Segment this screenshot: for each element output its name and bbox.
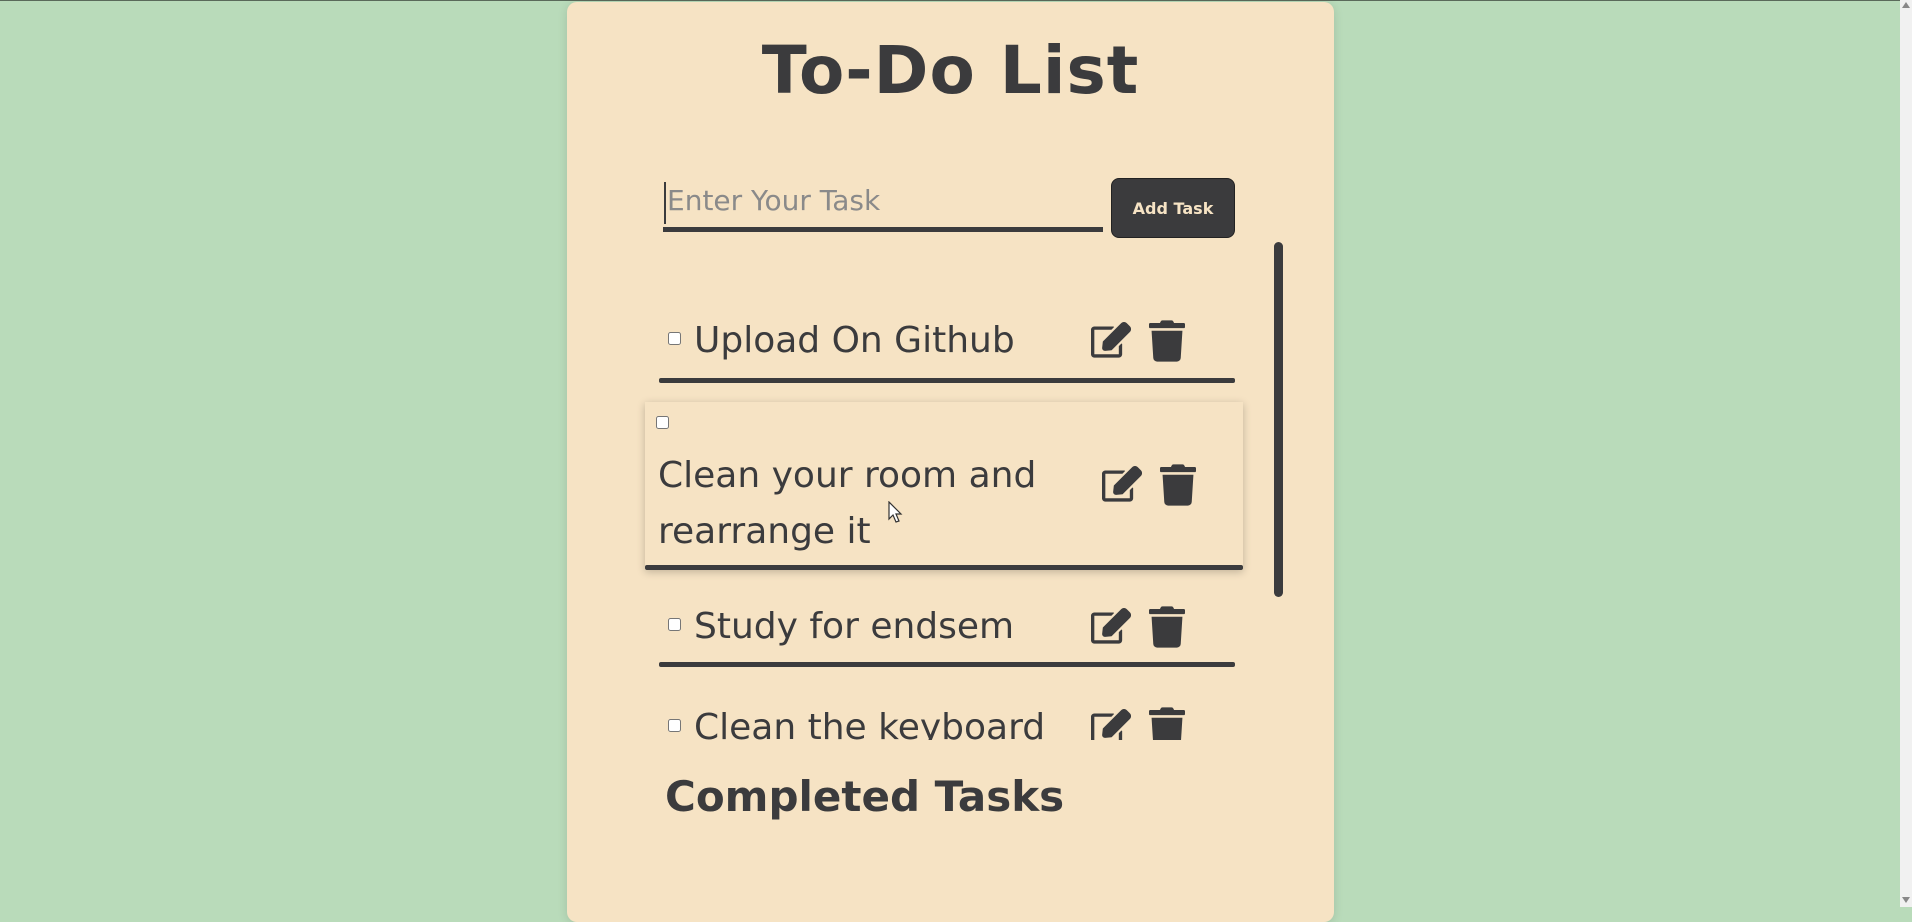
- task-list: Upload On Github Clean your room and rea…: [567, 2, 1334, 740]
- edit-icon[interactable]: [1102, 466, 1142, 506]
- task-label: Clean your room and rearrange it: [658, 455, 1037, 552]
- scroll-up-icon[interactable]: [1902, 2, 1910, 8]
- trash-icon[interactable]: [1149, 320, 1185, 362]
- task-label: Study for endsem: [694, 606, 1015, 647]
- task-divider: [659, 378, 1235, 383]
- trash-icon[interactable]: [1160, 464, 1196, 506]
- trash-icon[interactable]: [1149, 707, 1185, 740]
- todo-card: To-Do List Add Task Upload On Github Cle…: [567, 2, 1334, 922]
- completed-tasks-heading: Completed Tasks: [665, 772, 1065, 821]
- task-divider: [645, 565, 1243, 570]
- task-item: Study for endsem: [659, 590, 1239, 675]
- task-item: Clean the keyboard: [659, 692, 1239, 740]
- task-item: Clean your room and rearrange it: [645, 402, 1243, 570]
- task-checkbox[interactable]: [668, 618, 681, 631]
- task-checkbox[interactable]: [668, 332, 681, 345]
- edit-icon[interactable]: [1091, 608, 1131, 648]
- edit-icon[interactable]: [1091, 709, 1131, 740]
- task-item: Upload On Github: [659, 302, 1239, 387]
- task-divider: [659, 662, 1235, 667]
- task-label: Upload On Github: [694, 320, 1015, 361]
- scroll-down-icon[interactable]: [1902, 897, 1910, 903]
- mouse-cursor-icon: [888, 501, 903, 523]
- task-checkbox[interactable]: [656, 416, 669, 429]
- window-scrollbar[interactable]: [1900, 0, 1912, 907]
- trash-icon[interactable]: [1149, 606, 1185, 648]
- window-top-border: [0, 0, 1912, 1]
- task-checkbox[interactable]: [668, 719, 681, 732]
- task-label: Clean the keyboard: [694, 707, 1046, 740]
- edit-icon[interactable]: [1091, 322, 1131, 362]
